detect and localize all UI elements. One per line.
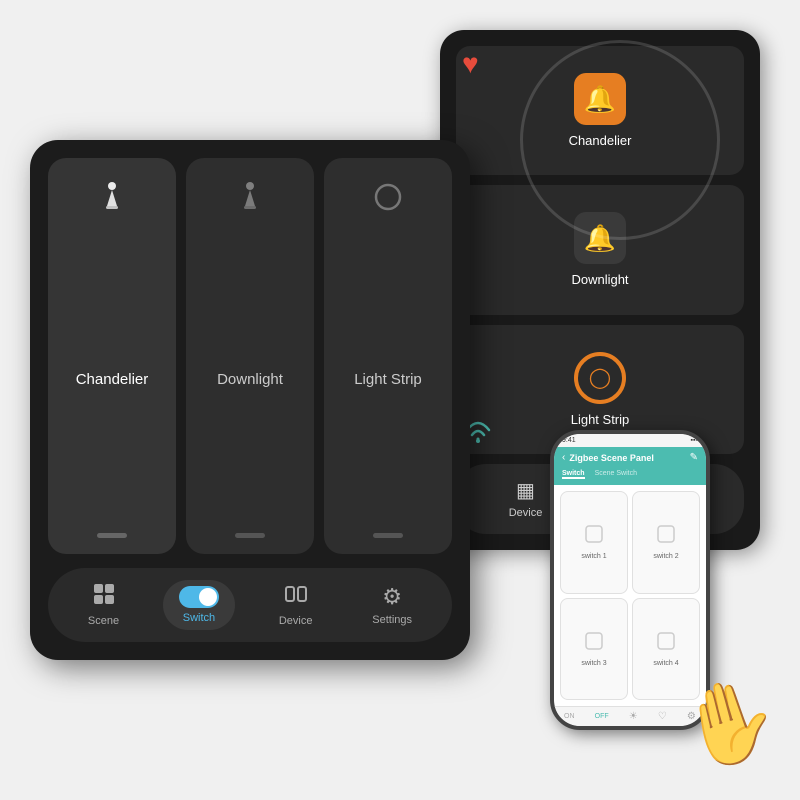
switch-label: Switch [183,612,215,624]
downlight-card-icon [231,178,269,225]
scene-icon [93,583,115,611]
switch3-icon [584,631,604,656]
device-icon [285,583,307,611]
switch2-label: switch 2 [653,553,678,560]
phone-mockup: 9:41 ▪▪▪ ‹ Zigbee Scene Panel ✎ Switch S… [550,430,750,770]
downlight-icon-wrap: 🔔 [574,212,626,264]
switch-toggle-icon [179,586,219,608]
chandelier-card-name: Chandelier [76,371,149,388]
downlight-card[interactable]: Downlight [186,158,314,554]
nav-scene[interactable]: Scene [72,577,135,633]
phone-status-bar: 9:41 ▪▪▪ [554,434,706,447]
downlight-card-bar [235,533,265,538]
nav-device[interactable]: Device [263,577,329,633]
switch2-icon [656,524,676,549]
nav-settings[interactable]: ⚙ Settings [356,578,428,632]
phone-switch-3[interactable]: switch 3 [560,598,628,701]
nav-switch[interactable]: Switch [163,580,235,630]
chandelier-card-bar [97,533,127,538]
lightstrip-card-bar [373,533,403,538]
chandelier-icon: 🔔 [584,84,616,115]
downlight-card-name: Downlight [217,371,283,388]
chandelier-label: Chandelier [569,133,632,148]
phone-edit-icon: ✎ [690,452,698,463]
chandelier-row: 🔔 Chandelier [456,46,744,175]
lightstrip-card-icon [369,178,407,225]
lightstrip-label: Light Strip [571,412,630,427]
downlight-label: Downlight [571,272,628,287]
phone-switch-grid: switch 1 switch 2 [554,485,706,706]
front-panel: Chandelier Downlight [30,140,470,660]
downlight-icon: 🔔 [584,223,616,254]
switch4-label: switch 4 [653,660,678,667]
lightstrip-icon-wrap: ◯ [574,352,626,404]
switch1-label: switch 1 [581,553,606,560]
phone-switch-2[interactable]: switch 2 [632,491,700,594]
phone-title: Zigbee Scene Panel [569,453,654,463]
lightstrip-icon: ◯ [589,365,611,390]
phone-tab-scene[interactable]: Scene Switch [595,470,637,479]
phone-screen: 9:41 ▪▪▪ ‹ Zigbee Scene Panel ✎ Switch S… [554,434,706,726]
switch3-label: switch 3 [581,660,606,667]
settings-label: Settings [372,614,412,626]
phone-header-sub: Switch Scene Switch [554,468,706,485]
phone-btn-brightness[interactable]: ☀ [629,711,638,722]
switch1-icon [584,524,604,549]
chandelier-icon-wrap: 🔔 [574,73,626,125]
settings-icon: ⚙ [382,584,402,610]
phone-back-arrow: ‹ [562,452,565,463]
downlight-row: 🔔 Downlight [456,185,744,314]
scene-label: Scene [88,615,119,627]
device-icon-back: ▦ [516,478,535,503]
phone-btn-off[interactable]: OFF [595,713,609,720]
phone-switch-1[interactable]: switch 1 [560,491,628,594]
phone-btn-on[interactable]: ON [564,713,575,720]
scene-container: ♥ 🔔 Chandelier 🔔 Downlight [10,10,790,790]
phone-time: 9:41 [562,437,576,444]
device-label-back: Device [509,507,543,519]
switch4-icon [656,631,676,656]
lightstrip-card-name: Light Strip [354,371,422,388]
chandelier-card[interactable]: Chandelier [48,158,176,554]
phone-tab-switch[interactable]: Switch [562,470,585,479]
lightstrip-card[interactable]: Light Strip [324,158,452,554]
chandelier-card-icon [93,178,131,225]
phone-battery: ▪▪▪ [691,437,698,444]
light-controls: Chandelier Downlight [48,158,452,554]
phone-btn-heart[interactable]: ♡ [658,711,667,722]
downlight-button[interactable]: 🔔 Downlight [456,185,744,314]
device-label: Device [279,615,313,627]
chandelier-button[interactable]: 🔔 Chandelier [456,46,744,175]
bottom-nav: Scene Switch Device ⚙ Settings [48,568,452,642]
heart-icon: ♥ [462,48,479,80]
